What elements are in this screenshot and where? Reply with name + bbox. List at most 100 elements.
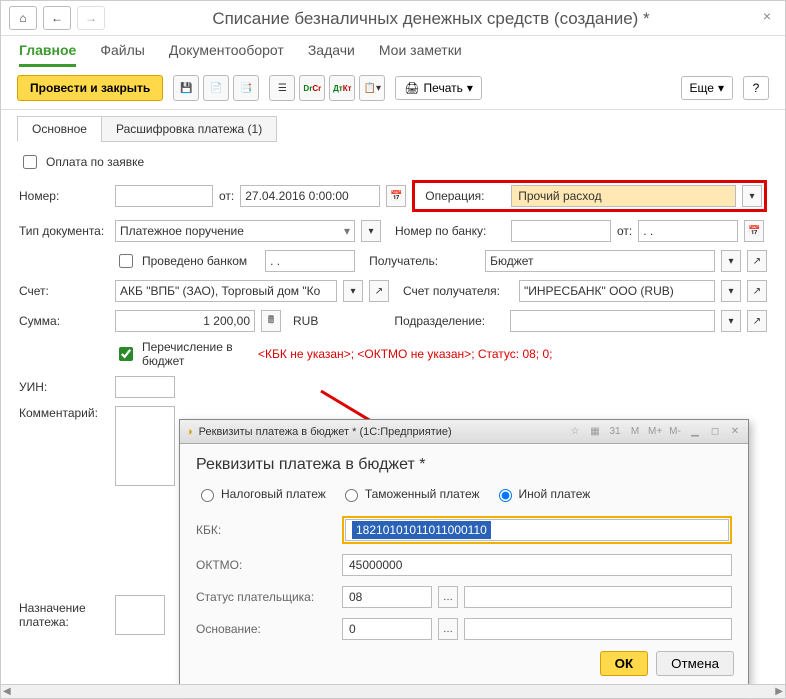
doc-icon[interactable]: 📋▾ bbox=[359, 75, 385, 101]
m-plus-icon[interactable]: M+ bbox=[648, 426, 662, 437]
m-icon[interactable]: M bbox=[628, 426, 642, 437]
basis-select-icon[interactable]: … bbox=[438, 618, 458, 640]
horizontal-scrollbar[interactable]: ◀▶ bbox=[1, 684, 785, 698]
purpose-input[interactable] bbox=[115, 595, 165, 635]
window-title: Списание безналичных денежных средств (с… bbox=[111, 5, 751, 31]
account-dropdown-icon[interactable]: ▾ bbox=[343, 280, 363, 302]
uin-label: УИН: bbox=[19, 380, 109, 394]
doctype-select[interactable]: Платежное поручение bbox=[115, 220, 355, 242]
drcr-icon[interactable]: DrCr bbox=[299, 75, 325, 101]
list-icon[interactable]: ☰ bbox=[269, 75, 295, 101]
subtab-main[interactable]: Основное bbox=[17, 116, 102, 142]
minimize-icon[interactable]: ▁ bbox=[688, 426, 702, 437]
status-desc-input[interactable] bbox=[464, 586, 732, 608]
kbk-input[interactable]: 18210101011011000110 bbox=[342, 516, 732, 544]
recipient-acc-open-icon[interactable]: ↗ bbox=[747, 280, 767, 302]
number-label: Номер: bbox=[19, 189, 109, 203]
back-button[interactable]: ← bbox=[43, 6, 71, 30]
recipient-select-icon[interactable]: ▾ bbox=[721, 250, 741, 272]
account-open-icon[interactable]: ↗ bbox=[369, 280, 389, 302]
operation-select[interactable]: Прочий расход bbox=[511, 185, 736, 207]
division-dropdown-icon[interactable]: ▾ bbox=[721, 310, 741, 332]
pay-on-request-checkbox[interactable] bbox=[23, 155, 37, 169]
recipient-open-icon[interactable]: ↗ bbox=[747, 250, 767, 272]
recipient-acc-input[interactable]: "ИНРЕСБАНК" ООО (RUB) bbox=[519, 280, 715, 302]
bank-number-input[interactable] bbox=[511, 220, 611, 242]
calc-icon[interactable]: ▦ bbox=[588, 426, 602, 437]
print-button[interactable]: 🖨 Печать ▾ bbox=[395, 76, 482, 100]
pay-on-request-label: Оплата по заявке bbox=[46, 155, 144, 169]
tab-docflow[interactable]: Документооборот bbox=[169, 42, 284, 67]
sum-label: Сумма: bbox=[19, 314, 109, 328]
dialog-heading: Реквизиты платежа в бюджет * bbox=[196, 456, 732, 474]
tab-tasks[interactable]: Задачи bbox=[308, 42, 355, 67]
dtkt-icon[interactable]: ДтКт bbox=[329, 75, 355, 101]
save-icon[interactable]: 💾 bbox=[173, 75, 199, 101]
doctype-dropdown-icon[interactable]: ▾ bbox=[361, 220, 381, 242]
kbk-label: КБК: bbox=[196, 523, 336, 537]
status-input[interactable]: 08 bbox=[342, 586, 432, 608]
number-input[interactable] bbox=[115, 185, 213, 207]
division-input[interactable] bbox=[510, 310, 715, 332]
status-label: Статус плательщика: bbox=[196, 590, 336, 604]
forward-button: → bbox=[77, 6, 105, 30]
calendar-icon[interactable]: 📅 bbox=[386, 185, 406, 207]
purpose-label: Назначение платежа: bbox=[19, 601, 109, 629]
favorite-icon[interactable]: ☆ bbox=[568, 426, 582, 437]
help-button[interactable]: ? bbox=[743, 76, 769, 100]
radio-customs[interactable]: Таможенный платеж bbox=[340, 486, 480, 502]
radio-other[interactable]: Иной платеж bbox=[494, 486, 591, 502]
recipient-input[interactable]: Бюджет bbox=[485, 250, 715, 272]
budget-warning: <КБК не указан>; <ОКТМО не указан>; Стат… bbox=[258, 347, 552, 361]
oktmo-input[interactable]: 45000000 bbox=[342, 554, 732, 576]
new-icon[interactable]: 📑 bbox=[233, 75, 259, 101]
dialog-app-icon: ◑ bbox=[186, 426, 193, 438]
date-input[interactable]: 27.04.2016 0:00:00 bbox=[240, 185, 380, 207]
operation-dropdown-icon[interactable]: ▾ bbox=[742, 185, 762, 207]
tab-main[interactable]: Главное bbox=[19, 42, 76, 67]
account-label: Счет: bbox=[19, 284, 109, 298]
to-budget-label: Перечисление в бюджет bbox=[142, 340, 252, 368]
dialog-close-icon[interactable]: ✕ bbox=[728, 426, 742, 437]
calculator-icon[interactable]: 🖩 bbox=[261, 310, 281, 332]
bank-from-label: от: bbox=[617, 224, 632, 238]
post-icon[interactable]: 📄 bbox=[203, 75, 229, 101]
post-and-close-button[interactable]: Провести и закрыть bbox=[17, 75, 163, 101]
sum-input[interactable]: 1 200,00 bbox=[115, 310, 255, 332]
oktmo-label: ОКТМО: bbox=[196, 558, 336, 572]
budget-details-dialog: ◑ Реквизиты платежа в бюджет * (1С:Предп… bbox=[179, 419, 749, 687]
radio-tax[interactable]: Налоговый платеж bbox=[196, 486, 326, 502]
basis-input[interactable]: 0 bbox=[342, 618, 432, 640]
comment-input[interactable] bbox=[115, 406, 175, 486]
from-label: от: bbox=[219, 189, 234, 203]
doctype-label: Тип документа: bbox=[19, 224, 109, 238]
subtab-details[interactable]: Расшифровка платежа (1) bbox=[101, 116, 277, 142]
home-button[interactable]: ⌂ bbox=[9, 6, 37, 30]
comment-label: Комментарий: bbox=[19, 406, 109, 420]
more-button[interactable]: Еще ▾ bbox=[681, 76, 733, 100]
tab-notes[interactable]: Мои заметки bbox=[379, 42, 462, 67]
dialog-titlebar-text: Реквизиты платежа в бюджет * (1С:Предпри… bbox=[199, 426, 452, 438]
status-select-icon[interactable]: … bbox=[438, 586, 458, 608]
basis-desc-input[interactable] bbox=[464, 618, 732, 640]
recipient-acc-dropdown-icon[interactable]: ▾ bbox=[721, 280, 741, 302]
bank-posted-date[interactable]: . . bbox=[265, 250, 355, 272]
dialog-ok-button[interactable]: ОК bbox=[600, 651, 649, 676]
to-budget-checkbox[interactable] bbox=[119, 347, 133, 361]
close-icon[interactable]: × bbox=[757, 8, 777, 28]
division-open-icon[interactable]: ↗ bbox=[747, 310, 767, 332]
maximize-icon[interactable]: ◻ bbox=[708, 426, 722, 437]
basis-label: Основание: bbox=[196, 622, 336, 636]
bank-calendar-icon[interactable]: 📅 bbox=[744, 220, 764, 242]
bank-posted-checkbox[interactable] bbox=[119, 254, 133, 268]
currency-label: RUB bbox=[293, 314, 318, 328]
calendar-mini-icon[interactable]: 31 bbox=[608, 426, 622, 437]
division-label: Подразделение: bbox=[394, 314, 504, 328]
m-minus-icon[interactable]: M- bbox=[668, 426, 682, 437]
tab-files[interactable]: Файлы bbox=[100, 42, 144, 67]
bank-date-input[interactable]: . . bbox=[638, 220, 738, 242]
uin-input[interactable] bbox=[115, 376, 175, 398]
bank-number-label: Номер по банку: bbox=[395, 224, 505, 238]
dialog-cancel-button[interactable]: Отмена bbox=[656, 651, 734, 676]
account-input[interactable]: АКБ "ВПБ" (ЗАО), Торговый дом "Ко bbox=[115, 280, 337, 302]
